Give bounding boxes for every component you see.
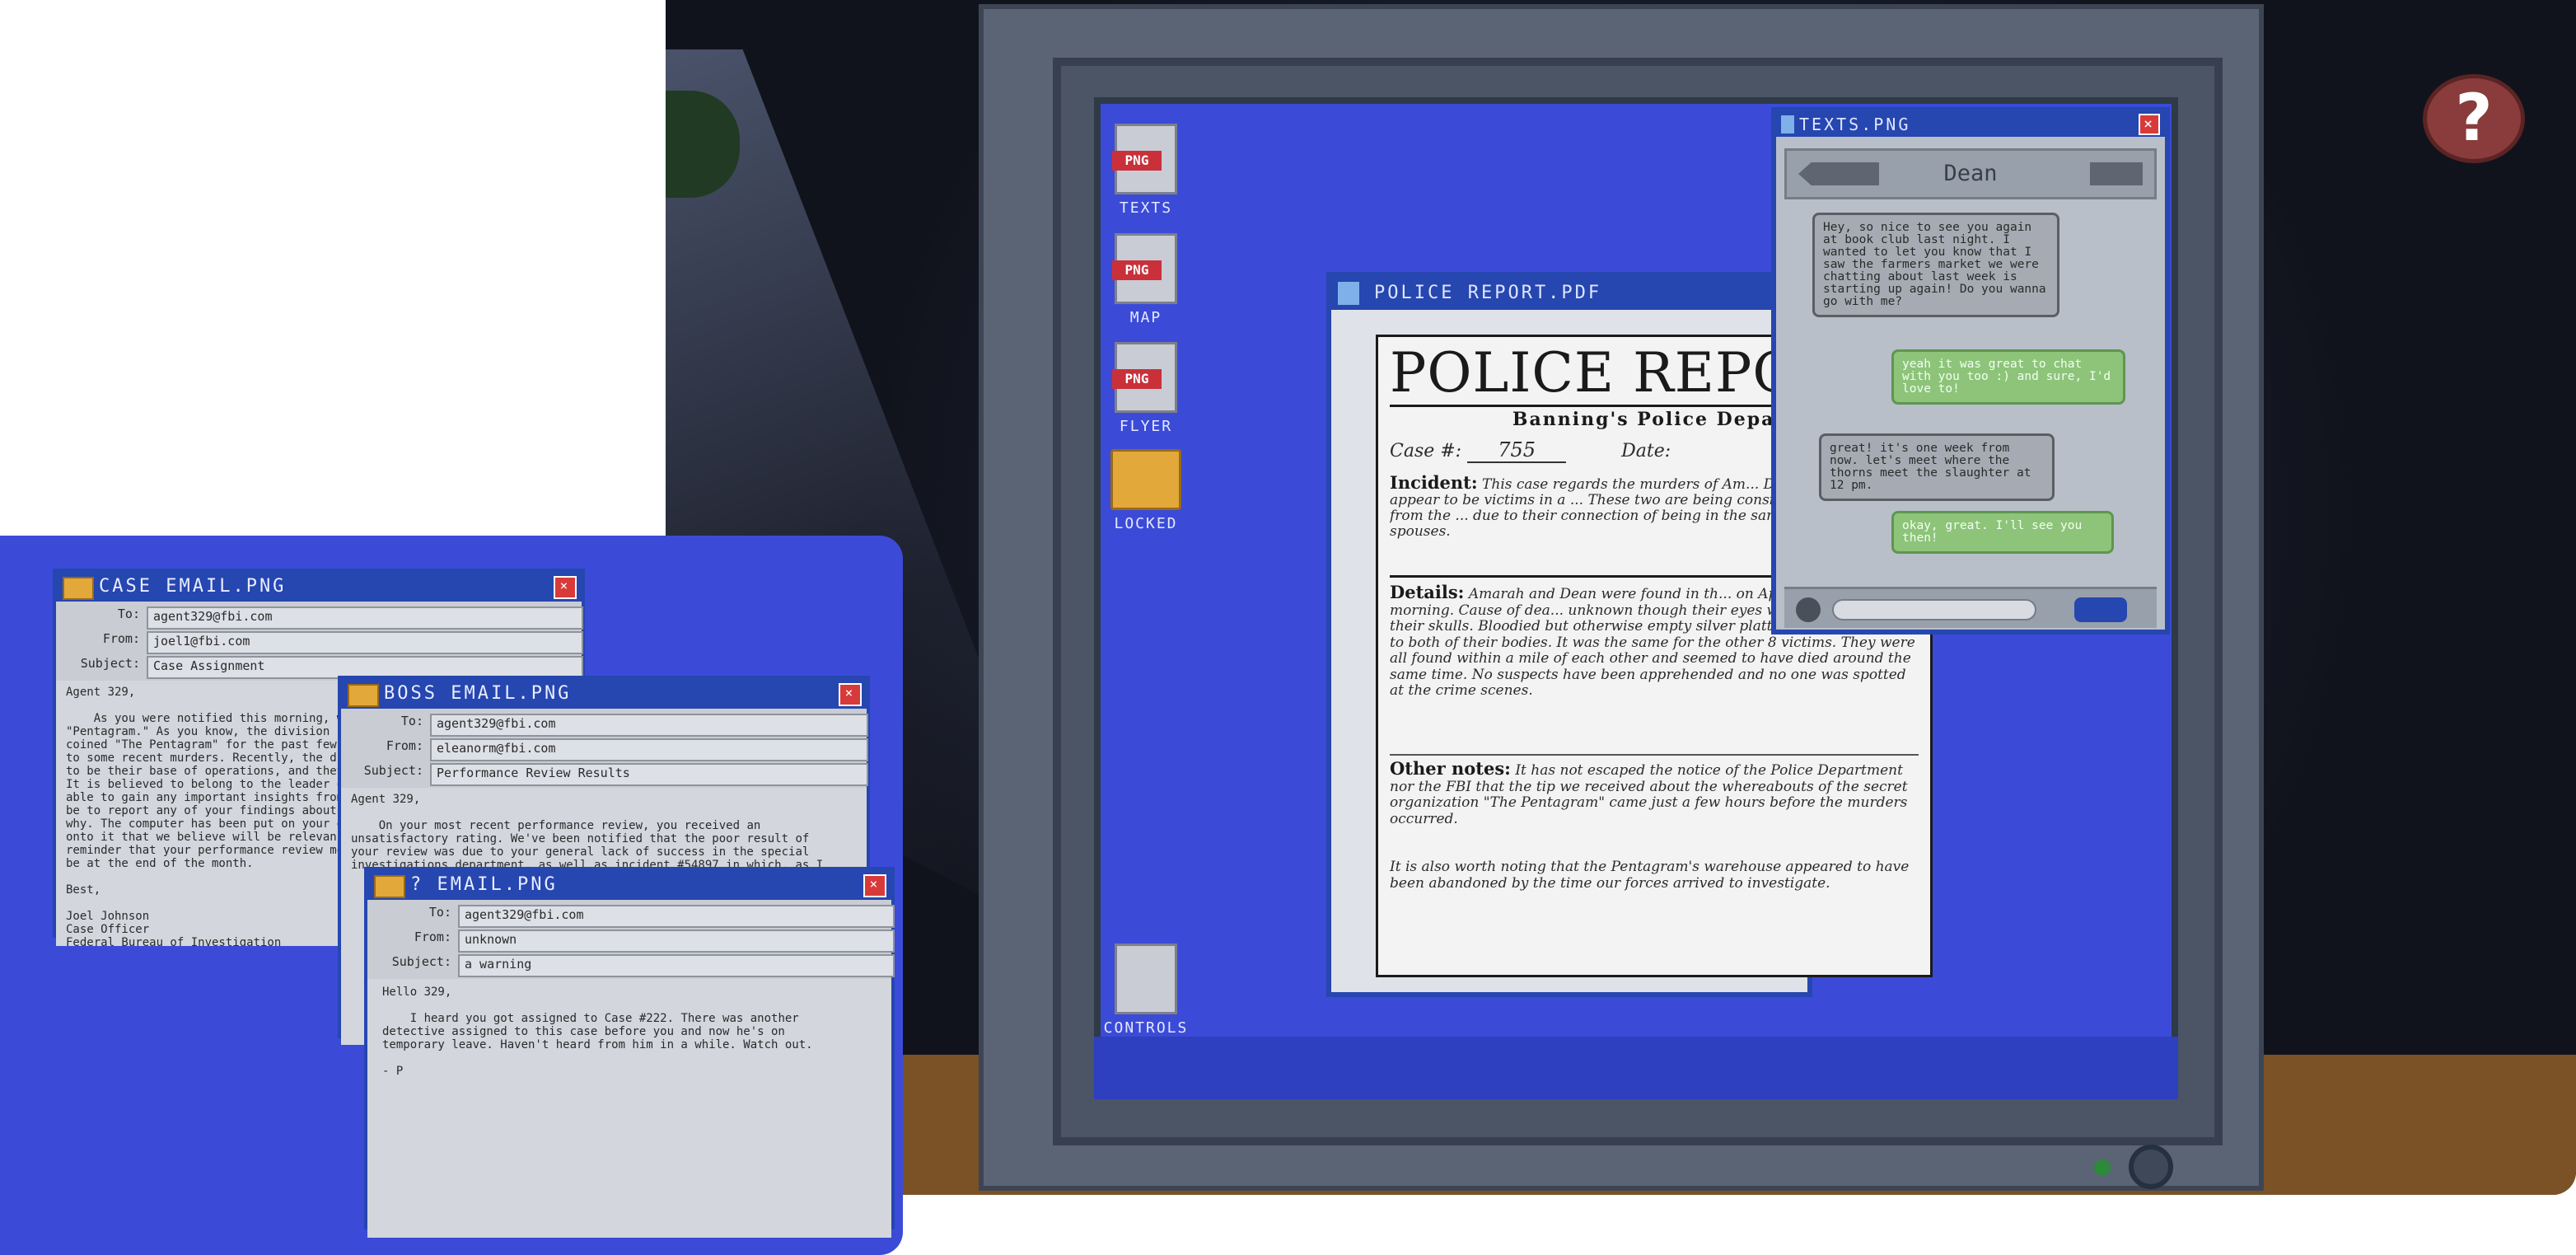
power-button[interactable] <box>2129 1145 2173 1189</box>
close-icon[interactable]: × <box>839 683 862 706</box>
desktop-icon-map[interactable]: PNG MAP <box>1101 233 1191 326</box>
send-button[interactable] <box>2074 597 2127 622</box>
subject-row: Subject: a warning <box>367 954 895 979</box>
chat-header: Dean <box>1784 148 2157 199</box>
from-field: eleanorm@fbi.com <box>430 738 868 761</box>
message-bubble-received: great! it's one week from now. let's mee… <box>1819 433 2055 501</box>
png-file-icon: PNG <box>1112 233 1177 304</box>
desktop-icon-locked[interactable]: LOCKED <box>1101 449 1191 532</box>
from-field: joel1@fbi.com <box>147 631 583 654</box>
window-title: CASE EMAIL.PNG <box>99 576 287 597</box>
desktop-icon-label: CONTROLS <box>1103 1019 1189 1037</box>
folder-icon <box>1110 449 1181 510</box>
window-titlebar[interactable]: POLICE REPORT.PDF <box>1331 277 1807 310</box>
police-report-window[interactable]: POLICE REPORT.PDF POLICE REPO Banning's … <box>1326 272 1933 997</box>
email-body: Hello 329, I heard you got assigned to C… <box>367 979 891 1238</box>
desktop-icon-texts[interactable]: PNG TEXTS <box>1101 124 1191 217</box>
image-file-icon <box>1781 115 1794 133</box>
desktop-icon-label: TEXTS <box>1119 199 1173 217</box>
game-scene: ? PNG TEXTS PNG MAP PNG FLYER LOCKED CON… <box>666 0 2576 1195</box>
document-icon <box>1338 282 1359 305</box>
to-field: agent329@fbi.com <box>430 714 868 737</box>
desktop-icon-label: FLYER <box>1119 418 1173 435</box>
window-title: ? EMAIL.PNG <box>410 874 558 895</box>
window-titlebar[interactable]: ? EMAIL.PNG × <box>367 870 891 900</box>
desktop-icon-label: MAP <box>1129 309 1162 326</box>
other-notes-section: Other notes: It has not escaped the noti… <box>1390 761 1908 827</box>
unknown-email-window[interactable]: ? EMAIL.PNG × To: agent329@fbi.com From:… <box>364 867 895 1238</box>
power-led <box>2094 1159 2111 1176</box>
to-row: To: agent329@fbi.com <box>367 905 895 930</box>
window-title: TEXTS.PNG <box>1799 115 1911 134</box>
subject-field: a warning <box>458 954 895 977</box>
to-field: agent329@fbi.com <box>458 905 895 928</box>
subject-field: Performance Review Results <box>430 763 868 786</box>
window-title: BOSS EMAIL.PNG <box>384 683 572 704</box>
message-bubble-sent: yeah it was great to chat with you too :… <box>1891 349 2125 405</box>
other-notes-continued: It is also worth noting that the Pentagr… <box>1390 859 1910 892</box>
question-mark-icon: ? <box>2455 82 2493 156</box>
to-row: To: agent329@fbi.com <box>56 606 583 631</box>
file-icon <box>1115 944 1177 1014</box>
from-row: From: unknown <box>367 930 895 954</box>
window-titlebar[interactable]: CASE EMAIL.PNG × <box>56 572 582 602</box>
message-bubble-sent: okay, great. I'll see you then! <box>1891 511 2114 554</box>
to-field: agent329@fbi.com <box>147 606 583 630</box>
subject-row: Subject: Performance Review Results <box>341 763 868 788</box>
help-button[interactable]: ? <box>2423 74 2525 163</box>
desktop-icon-flyer[interactable]: PNG FLYER <box>1101 342 1191 435</box>
from-row: From: eleanorm@fbi.com <box>341 738 868 763</box>
folder-icon <box>348 684 379 707</box>
message-bubble-received: Hey, so nice to see you again at book cl… <box>1812 213 2059 317</box>
png-file-icon: PNG <box>1112 124 1177 194</box>
folder-icon <box>63 577 94 600</box>
texts-window[interactable]: TEXTS.PNG × Dean Hey, so nice to see you… <box>1771 107 2170 635</box>
taskbar <box>1094 1037 2178 1099</box>
window-titlebar[interactable]: BOSS EMAIL.PNG × <box>341 679 867 709</box>
window-title: POLICE REPORT.PDF <box>1374 283 1602 303</box>
message-composer <box>1784 587 2157 628</box>
png-file-icon: PNG <box>1112 342 1177 413</box>
desktop-icon-label: LOCKED <box>1114 515 1178 532</box>
desktop-icon-controls[interactable]: CONTROLS <box>1101 944 1191 1037</box>
window-titlebar[interactable]: TEXTS.PNG × <box>1776 112 2165 137</box>
attach-icon[interactable] <box>1796 597 1821 622</box>
from-row: From: joel1@fbi.com <box>56 631 583 656</box>
folder-icon <box>374 875 405 898</box>
to-row: To: agent329@fbi.com <box>341 714 868 738</box>
from-field: unknown <box>458 930 895 953</box>
close-icon[interactable]: × <box>2139 114 2160 135</box>
menu-button[interactable] <box>2090 162 2143 185</box>
case-number: 755 <box>1467 438 1567 463</box>
message-input[interactable] <box>1832 599 2036 620</box>
close-icon[interactable]: × <box>863 874 886 897</box>
close-icon[interactable]: × <box>554 576 577 599</box>
